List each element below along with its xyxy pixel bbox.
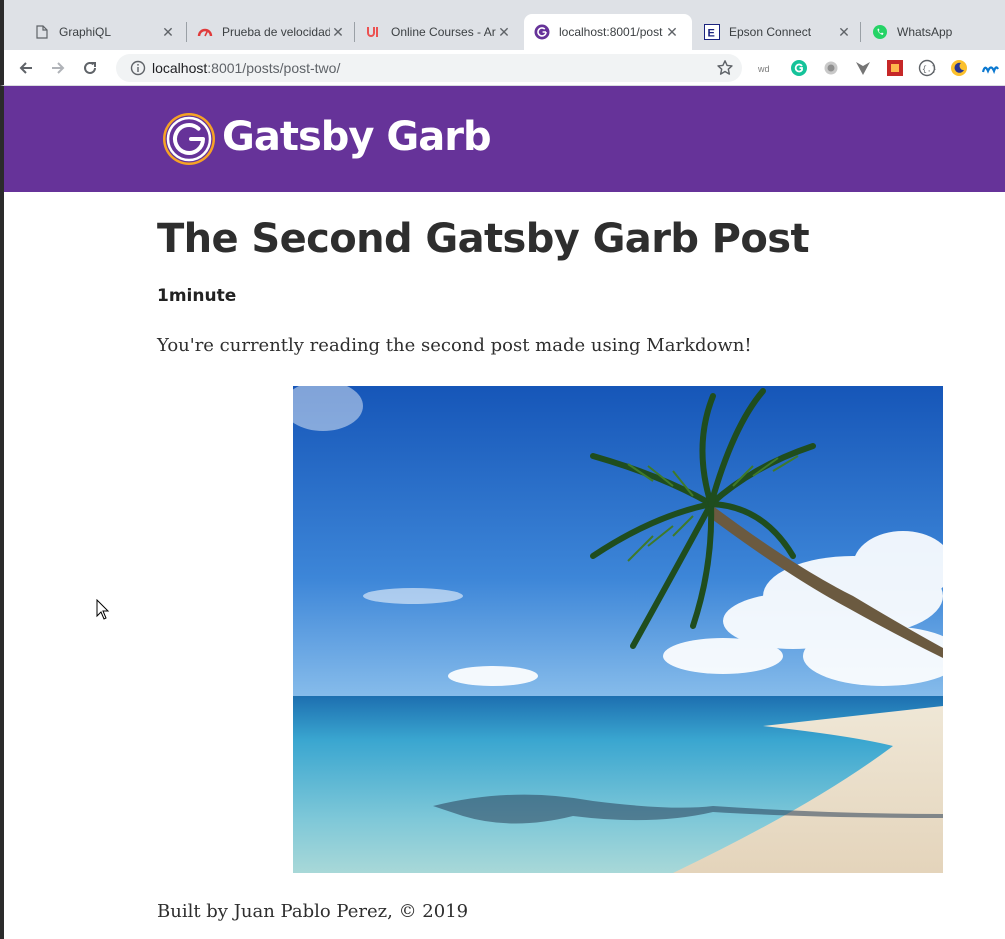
- reload-icon: [84, 61, 96, 74]
- mouse-cursor-icon: [96, 599, 110, 620]
- grammarly-icon[interactable]: [790, 59, 808, 77]
- site-title[interactable]: Gatsby Garb: [222, 114, 492, 160]
- close-icon[interactable]: ✕: [496, 24, 512, 40]
- info-icon[interactable]: [124, 60, 152, 76]
- svg-text:wd: wd: [758, 64, 770, 74]
- back-button[interactable]: [13, 55, 39, 81]
- code-brackets-icon[interactable]: {.}: [918, 59, 936, 77]
- tab-prueba-velocidad[interactable]: Prueba de velocidad ✕: [187, 14, 354, 50]
- close-icon[interactable]: ✕: [330, 24, 346, 40]
- close-icon[interactable]: ✕: [160, 24, 176, 40]
- bookmark-star-icon[interactable]: [716, 59, 734, 77]
- circle-extension-icon[interactable]: [822, 59, 840, 77]
- tab-graphiql[interactable]: GraphiQL ✕: [24, 14, 184, 50]
- svg-text:{.}: {.}: [922, 66, 936, 75]
- close-icon[interactable]: ✕: [836, 24, 852, 40]
- post-image: [293, 386, 943, 873]
- tab-online-courses[interactable]: Online Courses - Ar ✕: [356, 14, 523, 50]
- read-time: 1minute: [157, 286, 237, 306]
- tab-whatsapp[interactable]: WhatsApp: [862, 14, 1005, 50]
- tab-title: Epson Connect: [729, 25, 812, 39]
- tab-title: localhost:8001/post: [559, 25, 663, 39]
- tab-localhost[interactable]: localhost:8001/post ✕: [524, 14, 692, 50]
- tab-title: Online Courses - Ar: [391, 25, 496, 39]
- site-header: Gatsby Garb: [4, 86, 1005, 192]
- arrow-left-icon: [19, 62, 32, 74]
- footer-text: Built by Juan Pablo Perez, © 2019: [157, 901, 469, 922]
- tab-title: GraphiQL: [59, 25, 112, 39]
- epson-icon: E: [704, 24, 720, 40]
- close-icon[interactable]: ✕: [664, 24, 680, 40]
- moon-icon[interactable]: [950, 59, 968, 77]
- forward-button[interactable]: [45, 55, 71, 81]
- tab-divider: [860, 22, 861, 42]
- movistar-icon[interactable]: [982, 59, 1000, 77]
- address-bar[interactable]: localhost:8001/posts/post-two/: [116, 54, 742, 82]
- tab-title: WhatsApp: [897, 25, 953, 39]
- whatsapp-icon: [872, 24, 888, 40]
- url-text: localhost:8001/posts/post-two/: [152, 60, 340, 76]
- puzzle-extension-icon[interactable]: [886, 59, 904, 77]
- speedometer-icon: [197, 24, 213, 40]
- post-title: The Second Gatsby Garb Post: [157, 216, 810, 262]
- tab-divider: [354, 22, 355, 42]
- udemy-icon: [366, 24, 382, 40]
- reader-icon[interactable]: wd: [758, 59, 776, 77]
- tab-strip: GraphiQL ✕ Prueba de velocidad ✕ Online …: [0, 0, 1005, 50]
- beach-photo: [293, 386, 943, 873]
- url-host: localhost: [152, 60, 208, 76]
- gatsby-icon: [534, 24, 550, 40]
- url-path: :8001/posts/post-two/: [207, 60, 341, 76]
- gatsby-logo-icon[interactable]: [161, 111, 217, 167]
- arrow-right-icon: [52, 62, 65, 74]
- browser-toolbar: localhost:8001/posts/post-two/ wd {.}: [0, 50, 1005, 86]
- post-body-text: You're currently reading the second post…: [157, 335, 752, 356]
- reload-button[interactable]: [77, 55, 103, 81]
- tab-epson-connect[interactable]: E Epson Connect ✕: [694, 14, 860, 50]
- document-icon: [34, 24, 50, 40]
- vpn-icon[interactable]: [854, 59, 872, 77]
- page-content: Gatsby Garb The Second Gatsby Garb Post …: [4, 86, 1005, 939]
- tab-title: Prueba de velocidad: [222, 25, 330, 39]
- svg-text:E: E: [708, 28, 715, 40]
